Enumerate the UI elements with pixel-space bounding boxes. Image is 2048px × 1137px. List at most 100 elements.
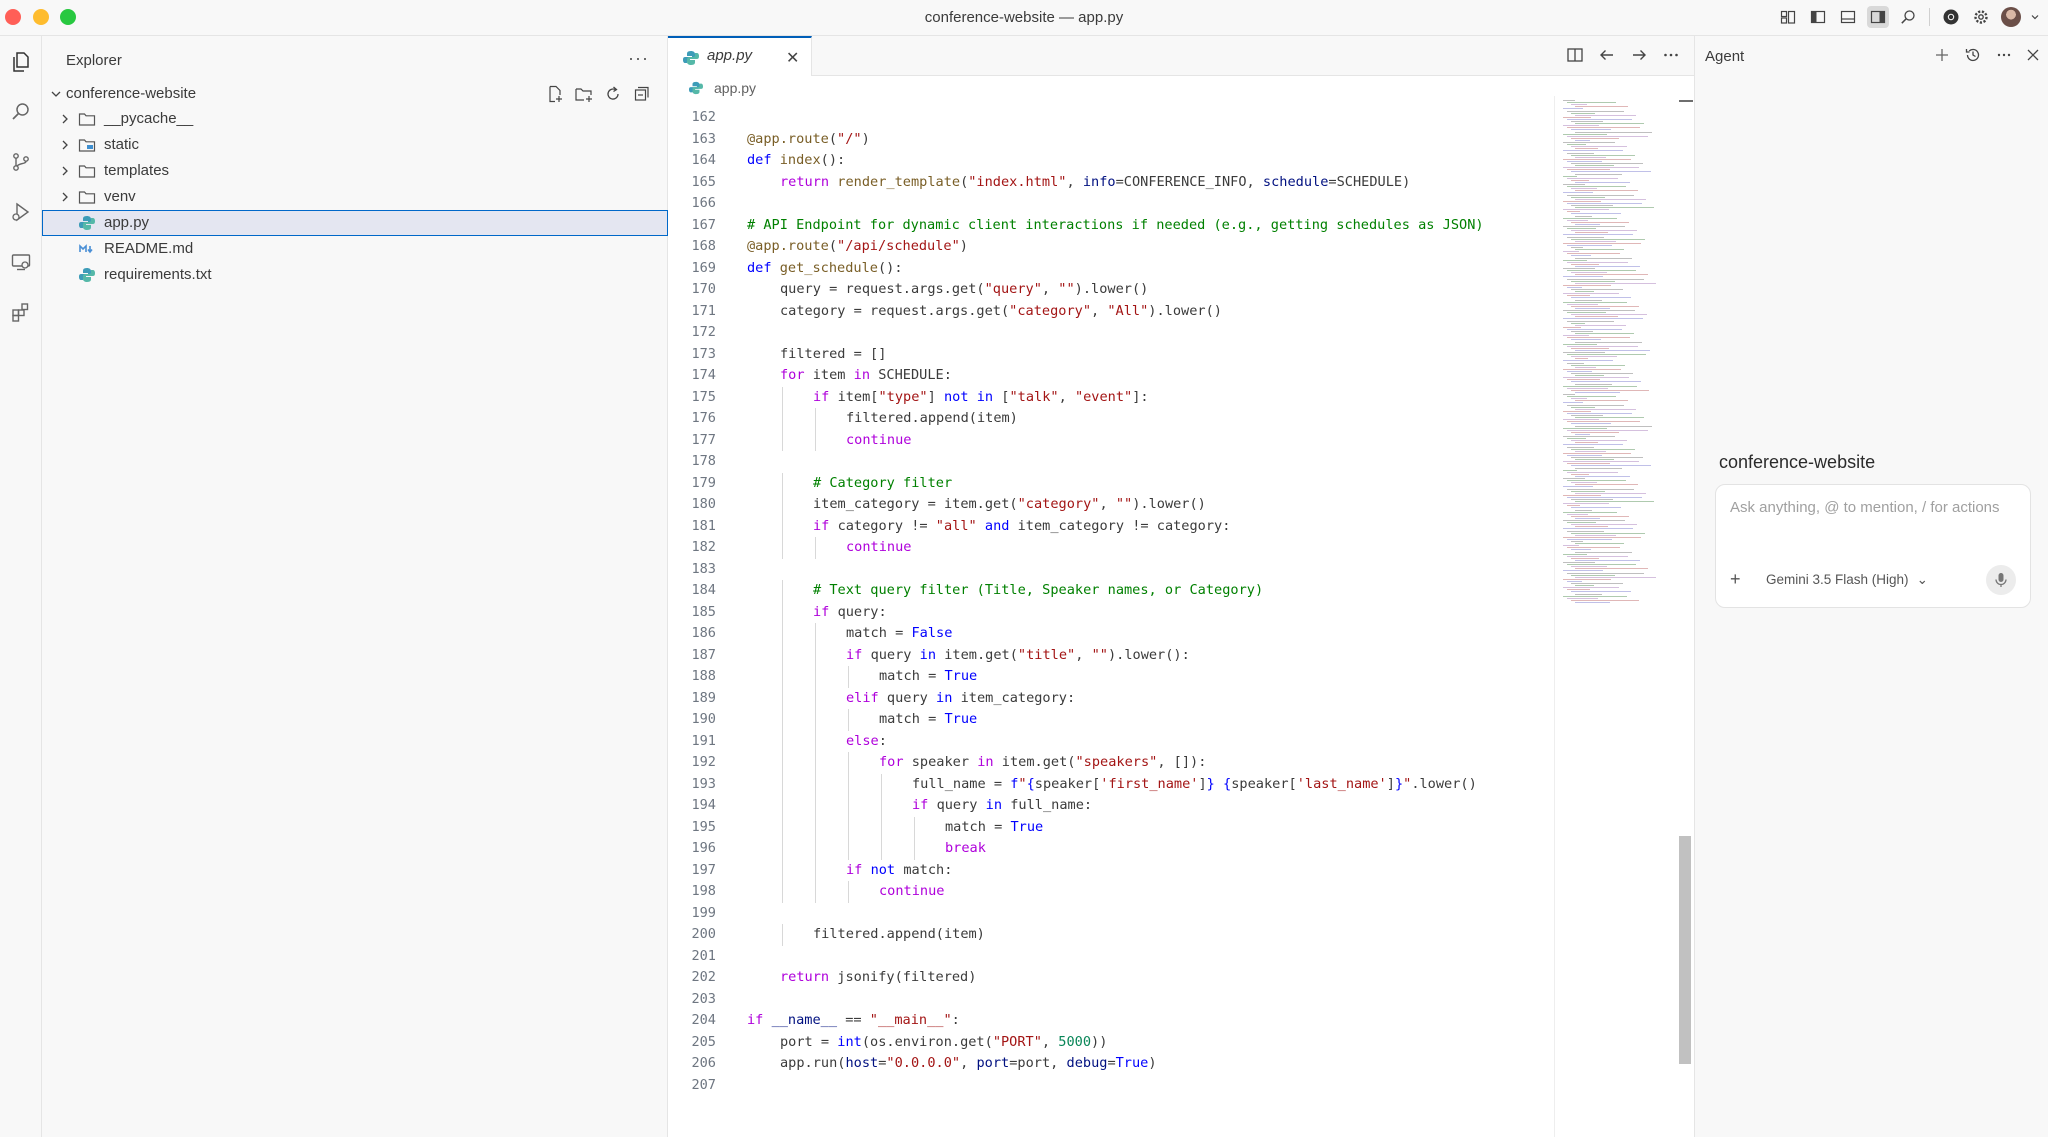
code-line[interactable]: 168 @app.route("/api/schedule"): [668, 236, 1554, 258]
code-line[interactable]: 203: [668, 989, 1554, 1011]
toggle-secondary-sidebar-icon[interactable]: [1867, 6, 1889, 28]
scrollbar-thumb[interactable]: [1679, 836, 1691, 1064]
code-line[interactable]: 179 # Category filter: [668, 472, 1554, 494]
code-line[interactable]: 167 # API Endpoint for dynamic client int…: [668, 215, 1554, 237]
close-icon[interactable]: [2026, 48, 2040, 62]
plus-icon[interactable]: [1934, 47, 1950, 63]
code-line[interactable]: 171 category = request.args.get("category…: [668, 301, 1554, 323]
code-line[interactable]: 183: [668, 559, 1554, 581]
code-line[interactable]: 170 query = request.args.get("query", "")…: [668, 279, 1554, 301]
code-token: # Text query filter (Title, Speaker name…: [813, 582, 1264, 598]
minimap-line: [1563, 217, 1617, 219]
toggle-primary-sidebar-icon[interactable]: [1807, 6, 1829, 28]
minimap-line: [1575, 467, 1622, 469]
code-line[interactable]: 196 break: [668, 838, 1554, 860]
code-line[interactable]: 206 app.run(host = "0.0.0.0", port=port, de…: [668, 1053, 1554, 1075]
minimap-line: [1575, 207, 1654, 209]
code-line[interactable]: 169 def get_schedule():: [668, 258, 1554, 280]
code-line[interactable]: 166: [668, 193, 1554, 215]
explorer-icon[interactable]: [5, 46, 37, 78]
code-line[interactable]: 194 if query in full_name:: [668, 795, 1554, 817]
code-line[interactable]: 192 for speaker in item.get("speakers", […: [668, 752, 1554, 774]
refresh-icon[interactable]: [603, 84, 623, 104]
extensions-icon[interactable]: [5, 296, 37, 328]
code-line[interactable]: 178: [668, 451, 1554, 473]
tree-item-pycache[interactable]: __pycache__: [42, 106, 668, 132]
code-line[interactable]: 188 match = True: [668, 666, 1554, 688]
code-line[interactable]: 182 continue: [668, 537, 1554, 559]
code-line[interactable]: 199: [668, 903, 1554, 925]
minimap[interactable]: [1554, 96, 1675, 1137]
close-tab-icon[interactable]: ✕: [786, 48, 799, 68]
code-line[interactable]: 201: [668, 946, 1554, 968]
code-line[interactable]: 190 match = True: [668, 709, 1554, 731]
tree-item-app-py[interactable]: app.py: [42, 210, 668, 236]
code-line[interactable]: 180 item_category = item.get("category", …: [668, 494, 1554, 516]
tree-item-requirements[interactable]: requirements.txt: [42, 262, 668, 288]
code-line[interactable]: 187 if query in item.get("title", "").low…: [668, 644, 1554, 666]
code-line[interactable]: 176 filtered.append(item): [668, 408, 1554, 430]
code-line[interactable]: 205 port = int(os.environ.get("PORT", 500…: [668, 1032, 1554, 1054]
customize-layout-icon[interactable]: [1777, 6, 1799, 28]
code-line[interactable]: 200 filtered.append(item): [668, 924, 1554, 946]
collapse-all-icon[interactable]: [632, 84, 652, 104]
code-line[interactable]: 165 return render_template("index.html", …: [668, 172, 1554, 194]
code-line[interactable]: 181 if category != "all" and item_categor…: [668, 515, 1554, 537]
agent-chat-box[interactable]: Ask anything, @ to mention, / for action…: [1715, 484, 2031, 608]
minimap-line: [1563, 486, 1593, 488]
model-selector[interactable]: Gemini 3.5 Flash (High) ⌄: [1766, 572, 1928, 588]
account-avatar[interactable]: [2000, 6, 2022, 28]
toggle-panel-icon[interactable]: [1837, 6, 1859, 28]
code-line[interactable]: 184 # Text query filter (Title, Speaker n…: [668, 580, 1554, 602]
code-line[interactable]: 175 if item["type"] not in ["talk", "even…: [668, 386, 1554, 408]
code-line[interactable]: 197 if not match:: [668, 859, 1554, 881]
history-icon[interactable]: [1964, 46, 1982, 64]
code-line[interactable]: 177 continue: [668, 429, 1554, 451]
more-actions-icon[interactable]: [1996, 47, 2012, 63]
microphone-icon[interactable]: [1986, 565, 2016, 595]
code-line[interactable]: 162: [668, 107, 1554, 129]
code-line[interactable]: 204 if __name__ == "__main__":: [668, 1010, 1554, 1032]
chevron-down-icon[interactable]: [2030, 6, 2040, 28]
tree-item-templates[interactable]: templates: [42, 158, 668, 184]
code-line[interactable]: 207: [668, 1075, 1554, 1097]
arrow-right-icon[interactable]: [1630, 46, 1648, 64]
remote-explorer-icon[interactable]: [5, 246, 37, 278]
breadcrumb-file[interactable]: app.py: [714, 80, 756, 96]
tree-item-static[interactable]: static: [42, 132, 668, 158]
tree-item-venv[interactable]: venv: [42, 184, 668, 210]
code-line[interactable]: 174 for item in SCHEDULE:: [668, 365, 1554, 387]
code-line[interactable]: 185 if query:: [668, 601, 1554, 623]
code-line[interactable]: 172: [668, 322, 1554, 344]
arrow-left-icon[interactable]: [1598, 46, 1616, 64]
source-control-icon[interactable]: [5, 146, 37, 178]
code-line[interactable]: 163 @app.route("/"): [668, 129, 1554, 151]
code-line[interactable]: 191 else:: [668, 730, 1554, 752]
code-line[interactable]: 186 match = False: [668, 623, 1554, 645]
code-line[interactable]: 202 return jsonify(filtered): [668, 967, 1554, 989]
tab-app-py[interactable]: app.py ✕: [668, 36, 812, 76]
chrome-icon[interactable]: [1940, 6, 1962, 28]
code-line[interactable]: 193 full_name = f"{speaker['first_name']}…: [668, 773, 1554, 795]
add-context-icon[interactable]: +: [1730, 569, 1741, 590]
workspace-root-folder[interactable]: conference-website: [42, 82, 668, 106]
code-line[interactable]: 189 elif query in item_category:: [668, 687, 1554, 709]
code-line[interactable]: 195 match = True: [668, 816, 1554, 838]
search-icon[interactable]: [1897, 6, 1919, 28]
agent-chat-input[interactable]: Ask anything, @ to mention, / for action…: [1730, 499, 2022, 516]
run-and-debug-icon[interactable]: [5, 196, 37, 228]
search-icon[interactable]: [5, 96, 37, 128]
code-line[interactable]: 198 continue: [668, 881, 1554, 903]
settings-gear-icon[interactable]: [1970, 6, 1992, 28]
tree-item-readme[interactable]: README.md: [42, 236, 668, 262]
new-folder-icon[interactable]: [574, 84, 594, 104]
code-token: ==: [837, 1012, 870, 1028]
code-line[interactable]: 173 filtered = []: [668, 344, 1554, 366]
code-editor[interactable]: 162 163 @app.route("/") 164 def index(): 165 r…: [668, 100, 1554, 1137]
new-file-icon[interactable]: [545, 84, 565, 104]
split-editor-icon[interactable]: [1566, 46, 1584, 64]
code-line[interactable]: 164 def index():: [668, 150, 1554, 172]
editor-scrollbar[interactable]: [1676, 100, 1693, 1137]
more-actions-icon[interactable]: ···: [628, 48, 649, 69]
more-actions-icon[interactable]: [1662, 46, 1680, 64]
